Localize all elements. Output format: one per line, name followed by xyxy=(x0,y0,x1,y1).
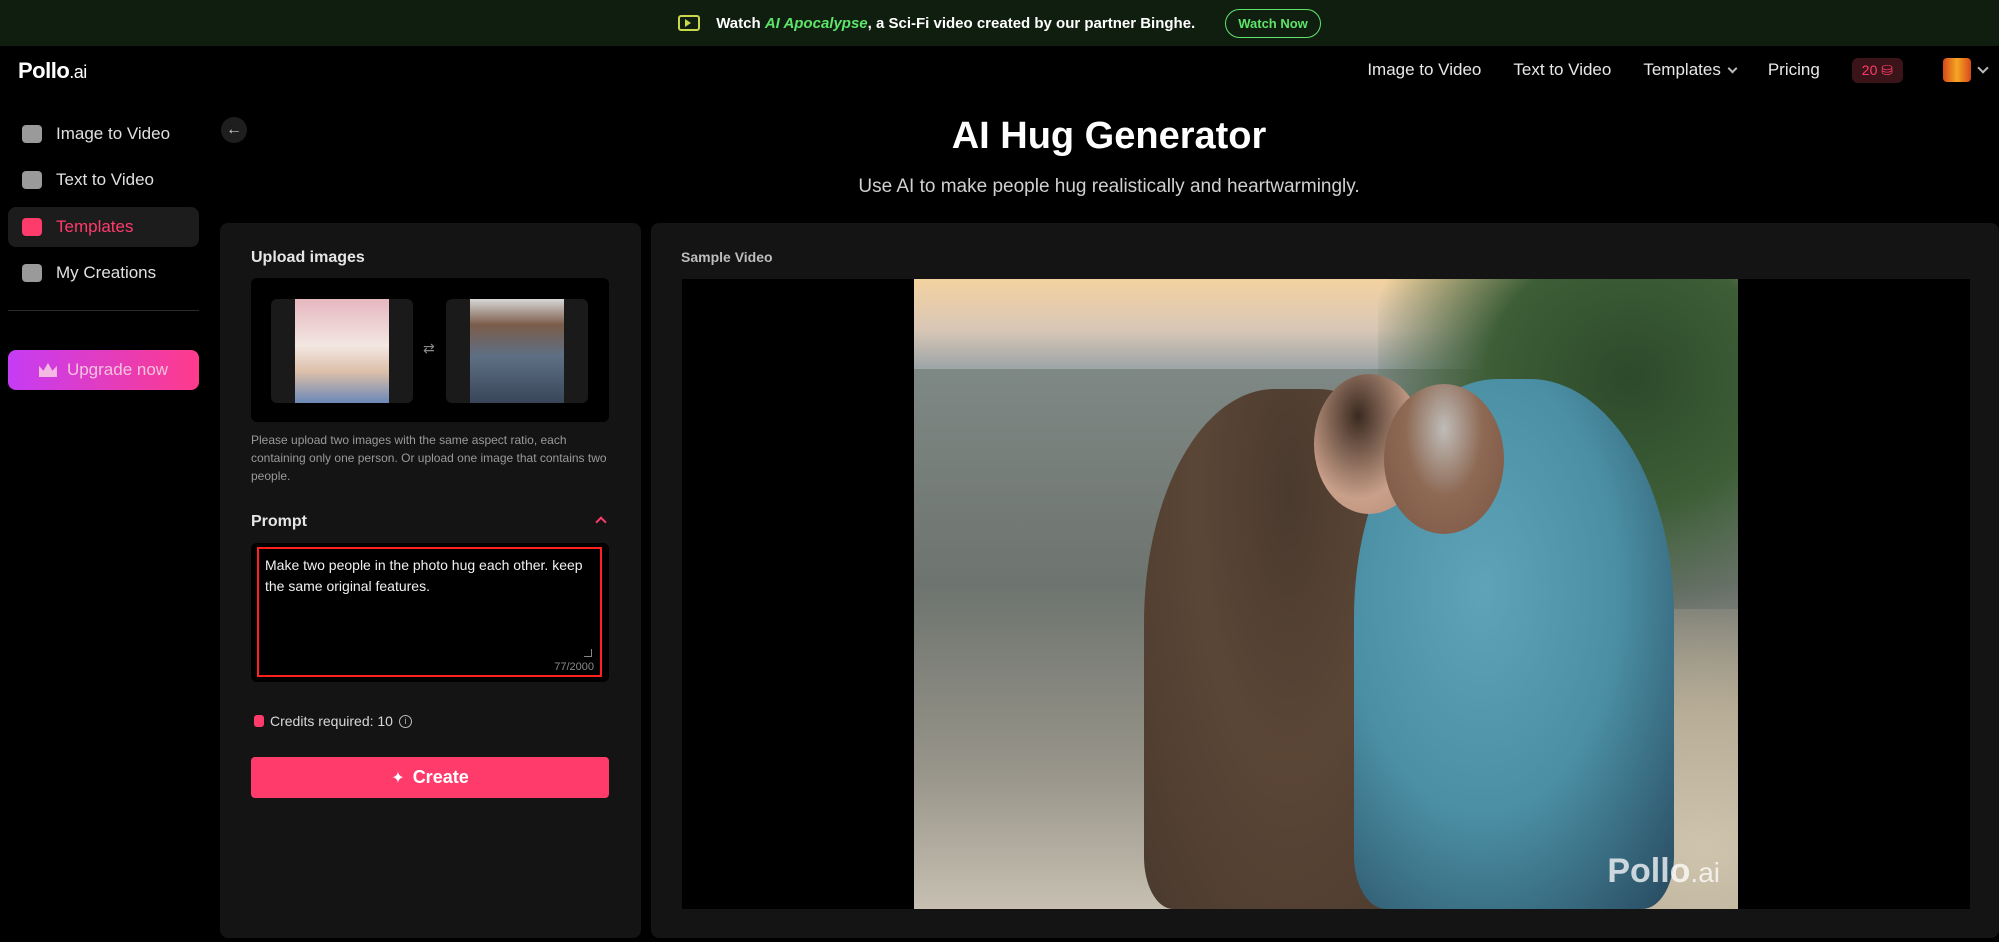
nav-pricing[interactable]: Pricing xyxy=(1768,60,1820,80)
video-head-old xyxy=(1384,384,1504,534)
video-watermark: Pollo.ai xyxy=(1607,852,1720,891)
logo[interactable]: Pollo.ai xyxy=(18,58,87,84)
chevron-up-icon[interactable] xyxy=(595,516,607,528)
swap-icon[interactable]: ⇄ xyxy=(423,340,435,357)
info-icon[interactable]: i xyxy=(398,714,412,728)
avatar[interactable] xyxy=(1943,58,1971,82)
sample-video-frame: Pollo.ai xyxy=(914,279,1738,909)
credits-badge[interactable]: 20 ⛁ xyxy=(1851,57,1903,83)
coin-icon xyxy=(254,715,264,727)
upgrade-button[interactable]: Upgrade now xyxy=(8,350,199,390)
templates-icon xyxy=(22,218,42,236)
nav-text-to-video[interactable]: Text to Video xyxy=(1513,60,1611,80)
page-title: AI Hug Generator xyxy=(951,115,1267,157)
prompt-label: Prompt xyxy=(251,513,307,530)
create-button[interactable]: ✦ Create xyxy=(251,757,609,798)
resize-handle-icon[interactable] xyxy=(584,649,592,657)
nav-image-to-video[interactable]: Image to Video xyxy=(1367,60,1481,80)
sample-title: Sample Video xyxy=(681,249,773,265)
logo-main: Pollo xyxy=(18,58,70,83)
nav-templates[interactable]: Templates xyxy=(1643,60,1738,80)
banner-prefix: Watch xyxy=(716,14,761,32)
sparkle-icon: ✦ xyxy=(391,769,405,787)
video-icon xyxy=(678,15,701,31)
prompt-textarea[interactable]: Make two people in the photo hug each ot… xyxy=(257,547,602,677)
watermark-sub: .ai xyxy=(1690,857,1720,888)
banner-text: Watch AI Apocalypse, a Sci-Fi video crea… xyxy=(716,15,1195,32)
upload-slot-1[interactable] xyxy=(271,299,413,403)
banner-suffix: , a Sci-Fi video created by our partner … xyxy=(867,14,1196,32)
creations-icon xyxy=(22,264,42,282)
promo-banner: Watch AI Apocalypse, a Sci-Fi video crea… xyxy=(0,0,1999,46)
chevron-down-icon[interactable] xyxy=(1977,62,1989,74)
sidebar-item-label: Templates xyxy=(56,217,134,236)
sidebar-item-label: My Creations xyxy=(56,263,157,282)
sidebar-item-templates[interactable]: Templates xyxy=(8,207,199,247)
nav-templates-label: Templates xyxy=(1643,60,1721,79)
uploaded-image-2 xyxy=(470,299,564,403)
video-player[interactable]: Pollo.ai xyxy=(682,279,1970,909)
logo-sub: .ai xyxy=(69,62,87,82)
sample-panel: Sample Video Pollo.ai xyxy=(651,223,1999,938)
page-subtitle: Use AI to make people hug realistically … xyxy=(858,176,1360,197)
upload-slot-2[interactable] xyxy=(446,299,588,403)
upload-box: ⇄ xyxy=(251,278,609,422)
chevron-down-icon xyxy=(1727,63,1738,73)
uploaded-image-1 xyxy=(295,299,389,403)
create-label: Create xyxy=(412,767,469,787)
credits-text: Credits required: 10 xyxy=(270,713,393,729)
upload-title: Upload images xyxy=(251,249,365,266)
prompt-container: Make two people in the photo hug each ot… xyxy=(251,543,609,682)
credits-required: Credits required: 10 i xyxy=(254,713,412,729)
banner-highlight[interactable]: AI Apocalypse xyxy=(765,15,868,32)
sidebar-item-my-creations[interactable]: My Creations xyxy=(8,253,199,293)
upload-hint: Please upload two images with the same a… xyxy=(251,433,607,483)
watch-now-button[interactable]: Watch Now xyxy=(1225,8,1321,38)
nav-links: Image to Video Text to Video Templates P… xyxy=(1367,46,1999,94)
sidebar-divider xyxy=(8,310,199,311)
top-nav: Pollo.ai Image to Video Text to Video Te… xyxy=(0,46,1999,94)
upgrade-label: Upgrade now xyxy=(66,360,169,379)
prompt-value: Make two people in the photo hug each ot… xyxy=(265,557,583,594)
watermark-main: Pollo xyxy=(1607,852,1691,890)
crown-icon xyxy=(38,363,57,377)
generator-panel: Upload images ⇄ Please upload two images… xyxy=(220,223,641,938)
char-counter: 77/2000 xyxy=(554,661,594,673)
